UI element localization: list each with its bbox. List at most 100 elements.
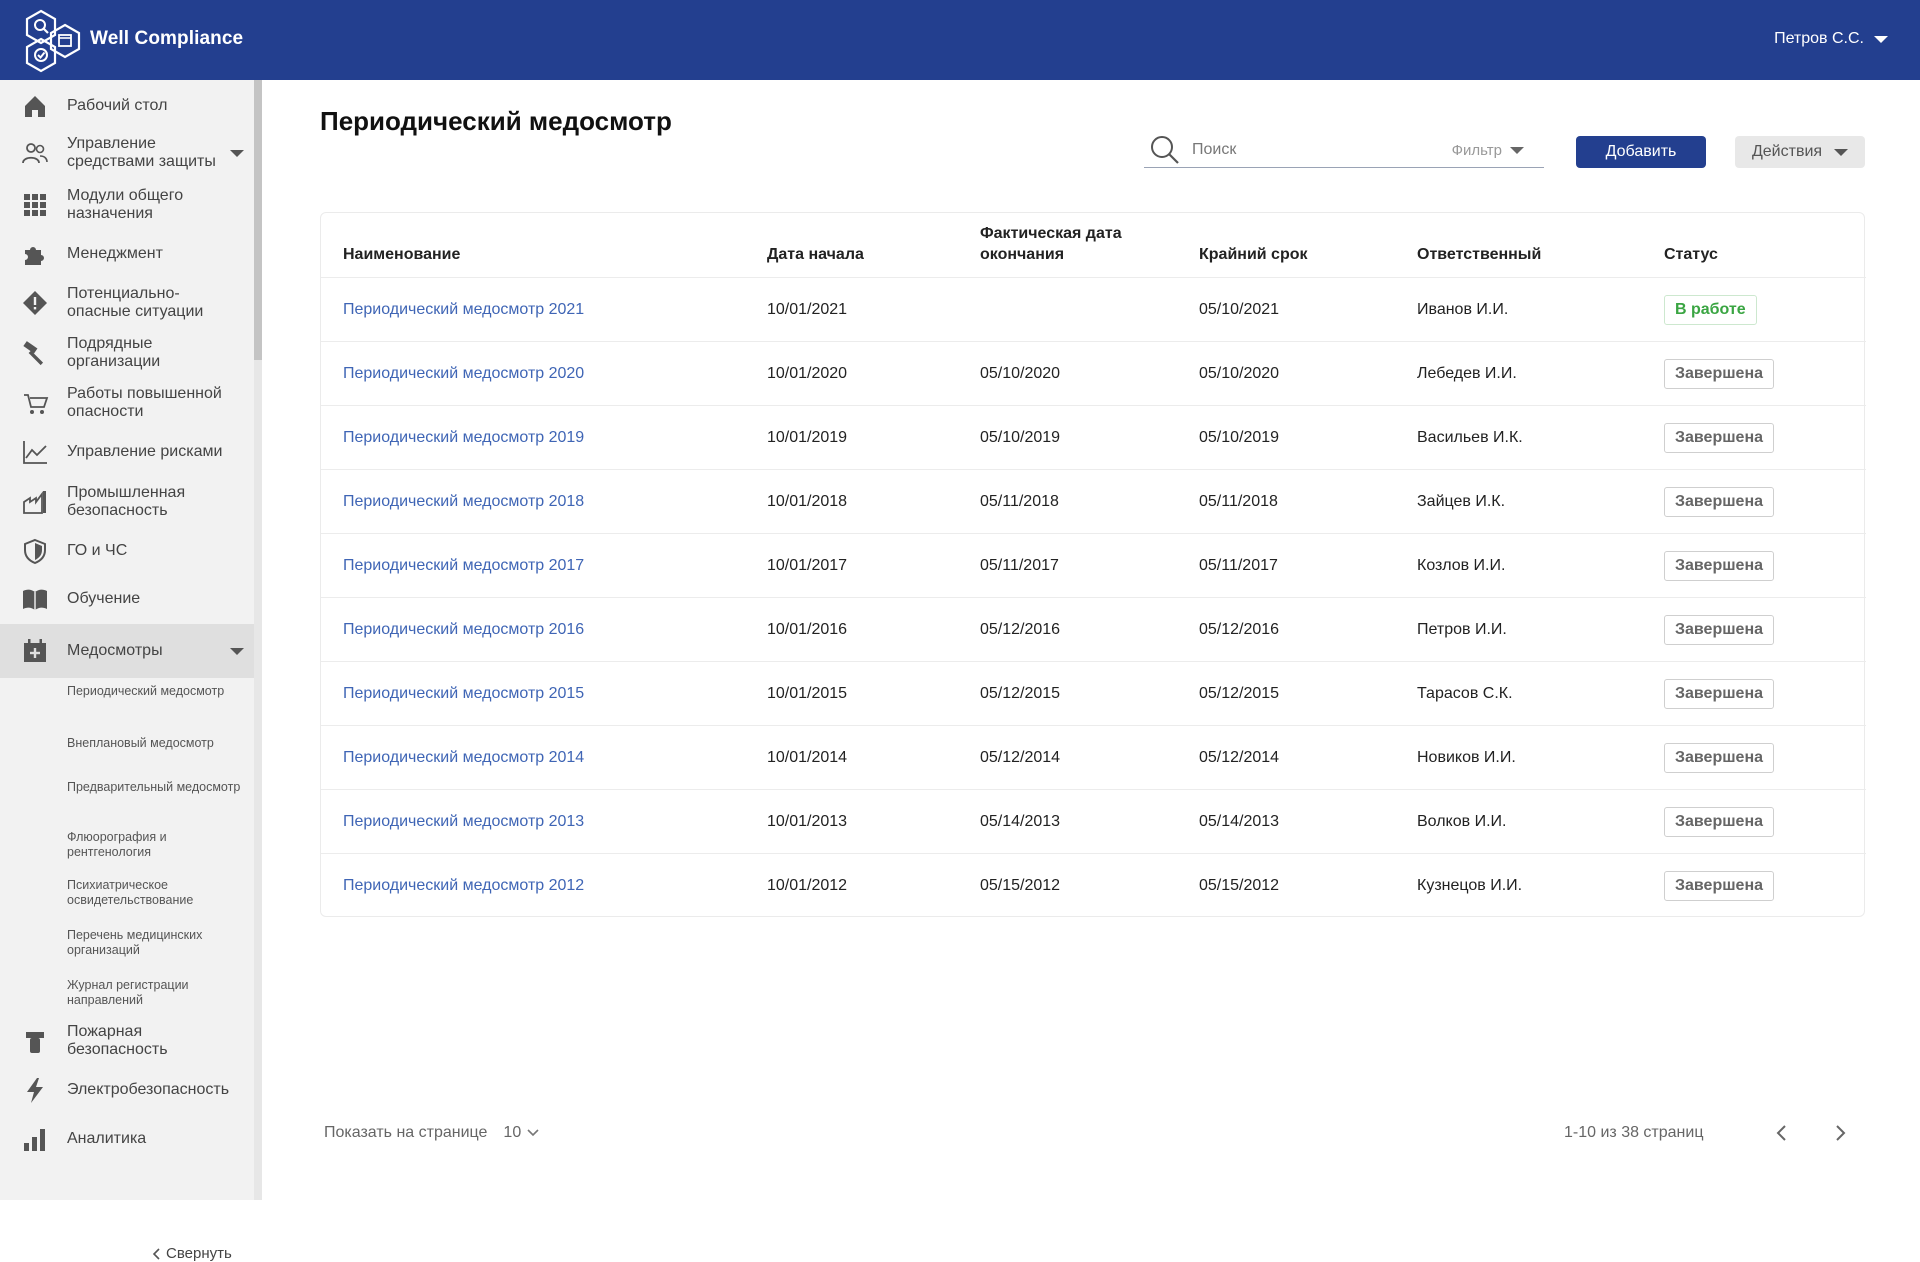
search-input[interactable] xyxy=(1192,138,1432,162)
caret-down-icon xyxy=(230,647,244,655)
table-cell: 05/12/2015 xyxy=(1199,685,1280,702)
collapse-label: Свернуть xyxy=(166,1245,232,1262)
sidebar-item-5[interactable]: Подрядные организации xyxy=(0,328,254,378)
table-cell: Васильев И.К. xyxy=(1417,429,1523,446)
puzzle-icon xyxy=(20,239,50,269)
status-badge: Завершена xyxy=(1664,423,1775,453)
table-row: Периодический медосмотр 2012 10/01/2012 05… xyxy=(321,853,1866,917)
app-logo-icon[interactable] xyxy=(20,8,86,74)
sidebar-subitem-4[interactable]: Психиатрическое освидетельствование xyxy=(67,878,247,908)
status-cell: Завершена xyxy=(1664,470,1775,534)
sidebar-item-11[interactable]: Медосмотры xyxy=(0,624,254,678)
table-cell: 05/10/2019 xyxy=(1199,429,1280,446)
table-cell: 10/01/2017 xyxy=(767,557,848,574)
add-button[interactable]: Добавить xyxy=(1576,136,1706,168)
table-cell: 10/01/2018 xyxy=(767,493,848,510)
sidebar-item-label: Подрядные организации xyxy=(67,335,161,370)
table-cell: Новиков И.И. xyxy=(1417,749,1516,766)
sidebar-scrollbar[interactable] xyxy=(254,80,262,1200)
table-cell: 05/11/2018 xyxy=(1199,493,1278,510)
sidebar-subitem-2[interactable]: Предварительный медосмотр xyxy=(67,780,247,795)
record-link[interactable]: Периодический медосмотр 2020 xyxy=(343,342,584,406)
status-badge: В работе xyxy=(1664,295,1757,325)
user-name: Петров С.С. xyxy=(1774,30,1864,47)
sidebar-subitem-6[interactable]: Журнал регистрации направлений xyxy=(67,978,247,1008)
status-badge: Завершена xyxy=(1664,487,1775,517)
record-link[interactable]: Периодический медосмотр 2013 xyxy=(343,790,584,854)
table-cell: 10/01/2019 xyxy=(767,429,848,446)
sidebar-item-14[interactable]: Аналитика xyxy=(0,1114,254,1164)
page-size-select[interactable]: 10 xyxy=(503,1124,539,1142)
filter-dropdown[interactable]: Фильтр xyxy=(1452,142,1524,159)
caret-down-icon xyxy=(230,149,244,157)
table-cell: 05/12/2015 xyxy=(980,685,1061,702)
sidebar-item-label: Модули общего назначения xyxy=(67,187,184,222)
records-table: Наименование Дата начала Фактическая дата … xyxy=(320,212,1866,917)
table-cell: 05/14/2013 xyxy=(980,813,1061,830)
actions-button[interactable]: Действия xyxy=(1735,136,1865,168)
table-cell: Петров И.И. xyxy=(1417,621,1507,638)
sidebar-item-13[interactable]: Электробезопасность xyxy=(0,1066,254,1114)
sidebar-item-10[interactable]: Обучение xyxy=(0,574,254,624)
record-link[interactable]: Периодический медосмотр 2015 xyxy=(343,662,584,726)
sidebar-item-2[interactable]: Модули общего назначения xyxy=(0,180,254,230)
status-badge: Завершена xyxy=(1664,871,1775,901)
table-cell: 05/10/2021 xyxy=(1199,301,1280,318)
table-cell: 05/12/2016 xyxy=(980,621,1061,638)
search-icon[interactable] xyxy=(1149,134,1181,166)
table-cell: 10/01/2015 xyxy=(767,685,848,702)
search-bar: Фильтр xyxy=(1144,134,1544,168)
record-link[interactable]: Периодический медосмотр 2019 xyxy=(343,406,584,470)
sidebar-item-12[interactable]: Пожарная безопасность xyxy=(0,1016,254,1066)
sidebar-subitem-1[interactable]: Внеплановый медосмотр xyxy=(67,736,247,751)
sidebar-item-6[interactable]: Работы повышенной опасности xyxy=(0,378,254,428)
sidebar-item-label: Управление средствами защиты xyxy=(67,135,216,170)
record-link[interactable]: Периодический медосмотр 2018 xyxy=(343,470,584,534)
sidebar-item-9[interactable]: ГО и ЧС xyxy=(0,528,254,574)
scrollbar-thumb[interactable] xyxy=(254,80,262,360)
prev-page-button[interactable] xyxy=(1770,1118,1794,1148)
sidebar-item-4[interactable]: Потенциально-опасные ситуации xyxy=(0,278,254,328)
top-header: Well Compliance Петров С.С. xyxy=(0,0,1920,80)
sidebar-subitem-0[interactable]: Периодический медосмотр xyxy=(67,684,247,699)
table-cell: Тарасов С.К. xyxy=(1417,685,1513,702)
status-badge: Завершена xyxy=(1664,615,1775,645)
sidebar-item-7[interactable]: Управление рисками xyxy=(0,428,254,476)
sidebar-item-8[interactable]: Промышленная безопасность xyxy=(0,476,254,528)
status-cell: В работе xyxy=(1664,278,1757,342)
table-row: Периодический медосмотр 2018 10/01/2018 05… xyxy=(321,469,1866,533)
sidebar-item-3[interactable]: Менеджмент xyxy=(0,230,254,278)
table-row: Периодический медосмотр 2019 10/01/2019 05… xyxy=(321,405,1866,469)
record-link[interactable]: Периодический медосмотр 2021 xyxy=(343,278,584,342)
status-badge: Завершена xyxy=(1664,743,1775,773)
next-page-button[interactable] xyxy=(1828,1118,1852,1148)
sidebar-subitem-5[interactable]: Перечень медицинских организаций xyxy=(67,928,247,958)
sidebar-item-label: Рабочий стол xyxy=(67,97,168,114)
status-cell: Завершена xyxy=(1664,406,1775,470)
user-menu[interactable]: Петров С.С. xyxy=(1774,30,1888,48)
sidebar-item-0[interactable]: Рабочий стол xyxy=(0,86,254,126)
table-row: Периодический медосмотр 2016 10/01/2016 05… xyxy=(321,597,1866,661)
bar-chart-icon xyxy=(20,1124,50,1154)
column-header: Наименование xyxy=(343,246,461,263)
collapse-sidebar-link[interactable]: Свернуть xyxy=(152,1245,232,1262)
table-cell: Иванов И.И. xyxy=(1417,301,1509,318)
sidebar-item-1[interactable]: Управление средствами защиты xyxy=(0,126,254,180)
sidebar-item-label: Работы повышенной опасности xyxy=(67,385,222,420)
record-link[interactable]: Периодический медосмотр 2017 xyxy=(343,534,584,598)
record-link[interactable]: Периодический медосмотр 2016 xyxy=(343,598,584,662)
table-cell: Козлов И.И. xyxy=(1417,557,1506,574)
page-size-label: Показать на странице xyxy=(324,1124,488,1141)
record-link[interactable]: Периодический медосмотр 2014 xyxy=(343,726,584,790)
status-badge: Завершена xyxy=(1664,551,1775,581)
column-header: Фактическая дата окончания xyxy=(980,225,1122,263)
hammer-icon xyxy=(20,338,50,368)
sidebar-subitem-3[interactable]: Флюорография и рентгенология xyxy=(67,830,247,860)
table-cell: Лебедев И.И. xyxy=(1417,365,1517,382)
record-link[interactable]: Периодический медосмотр 2012 xyxy=(343,854,584,918)
table-cell: 10/01/2020 xyxy=(767,365,848,382)
sidebar-item-label: ГО и ЧС xyxy=(67,542,128,559)
table-cell: 05/11/2017 xyxy=(1199,557,1278,574)
status-badge: Завершена xyxy=(1664,679,1775,709)
table-cell: Кузнецов И.И. xyxy=(1417,877,1523,894)
